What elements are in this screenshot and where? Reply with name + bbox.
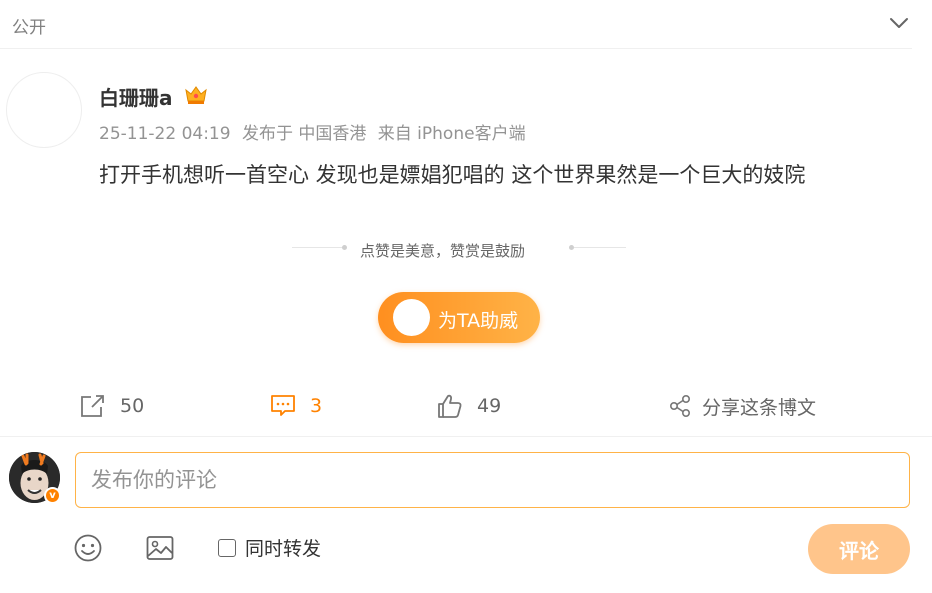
post-header: 公开 [0, 0, 932, 48]
visibility-label: 公开 [12, 18, 46, 38]
repost-count: 50 [120, 395, 145, 417]
post-location: 发布于 中国香港 [241, 124, 367, 144]
author-avatar[interactable] [6, 72, 82, 148]
chevron-down-icon[interactable] [888, 14, 910, 32]
verified-badge: v [44, 487, 61, 504]
crown-icon [185, 86, 207, 104]
comment-icon [271, 395, 295, 416]
forward-checkbox[interactable] [218, 538, 236, 557]
composer-divider [0, 436, 932, 437]
reward-button-label: 为TA助威 [438, 310, 519, 332]
comment-input[interactable] [75, 452, 910, 508]
post-source: 来自 iPhone客户端 [377, 124, 526, 144]
repost-button[interactable]: 50 [80, 386, 144, 426]
image-icon[interactable] [145, 533, 175, 563]
action-bar: 50 3 49 分享这条博文 [0, 386, 932, 426]
emoji-icon[interactable] [73, 533, 103, 563]
reward-slogan: 点赞是美意，赞赏是鼓励 [360, 242, 526, 260]
forward-option[interactable]: 同时转发 [218, 534, 321, 561]
reward-dot-left [342, 245, 347, 250]
comment-button[interactable]: 3 [270, 386, 322, 426]
post-time[interactable]: 25-11-22 04:19 [99, 124, 231, 144]
submit-comment-button[interactable]: 评论 [808, 524, 910, 574]
author-name[interactable]: 白珊珊a [99, 82, 173, 111]
post-text: 打开手机想听一首空心 发现也是嫖娼犯唱的 这个世界果然是一个巨大的妓院 [99, 163, 806, 187]
header-divider [0, 48, 912, 49]
share-button[interactable]: 分享这条博文 [668, 386, 816, 426]
comment-count: 3 [310, 395, 323, 417]
thumbs-up-icon [438, 394, 462, 418]
post-meta: 25-11-22 04:19 发布于 中国香港 来自 iPhone客户端 [99, 119, 532, 144]
share-icon [669, 394, 691, 418]
reward-divider-left [292, 247, 344, 248]
reward-divider-right [574, 247, 626, 248]
like-button[interactable]: 49 [437, 386, 501, 426]
like-count: 49 [477, 395, 502, 417]
share-label: 分享这条博文 [702, 396, 817, 419]
reward-button-circle [393, 299, 430, 336]
forward-label: 同时转发 [245, 538, 322, 560]
repost-icon [81, 395, 104, 417]
reward-button[interactable]: 为TA助威 [378, 292, 540, 343]
